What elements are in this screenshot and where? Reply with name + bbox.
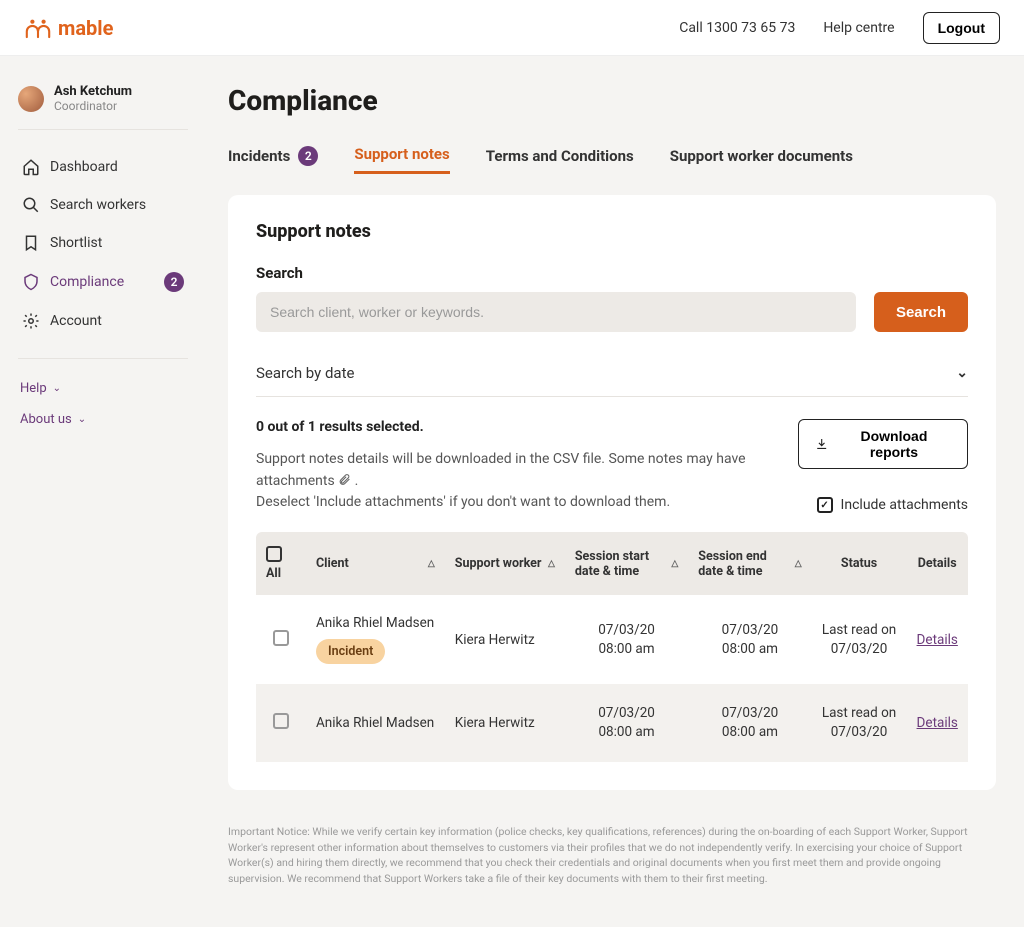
cell-status: Last read on07/03/20: [812, 595, 907, 684]
th-start[interactable]: Session start date & time△: [565, 532, 688, 595]
profile-block[interactable]: Ash Ketchum Coordinator: [18, 80, 188, 130]
details-link[interactable]: Details: [917, 715, 958, 731]
sidebar-item-label: Help: [20, 381, 47, 396]
th-end[interactable]: Session end date & time△: [688, 532, 811, 595]
important-notice: Important Notice: While we verify certai…: [228, 824, 996, 887]
cell-end: 07/03/2008:00 am: [688, 595, 811, 684]
sidebar-item-shortlist[interactable]: Shortlist: [18, 224, 188, 262]
cell-end: 07/03/2008:00 am: [688, 684, 811, 762]
details-link[interactable]: Details: [917, 632, 958, 648]
compliance-badge: 2: [164, 272, 184, 292]
sidebar-link-help[interactable]: Help ⌄: [18, 373, 188, 404]
avatar: [18, 86, 44, 112]
row-checkbox[interactable]: [273, 713, 289, 729]
download-help-text: Support notes details will be downloaded…: [256, 449, 798, 514]
chevron-down-icon: ⌄: [956, 365, 968, 381]
search-by-date-accordion[interactable]: Search by date ⌄: [256, 354, 968, 397]
support-notes-table: All Client△ Support worker△ Session star…: [256, 532, 968, 762]
phone-label[interactable]: Call 1300 73 65 73: [679, 20, 795, 36]
table-row: Anika Rhiel Madsen Kiera Herwitz 07/03/2…: [256, 684, 968, 762]
sidebar-item-label: Account: [50, 313, 102, 329]
th-status: Status: [812, 532, 907, 595]
sort-icon: △: [548, 559, 555, 569]
download-reports-button[interactable]: Download reports: [798, 419, 968, 469]
sidebar-item-label: About us: [20, 412, 72, 427]
cell-worker: Kiera Herwitz: [445, 684, 565, 762]
paperclip-icon: [338, 472, 351, 487]
include-attachments-checkbox[interactable]: ✓: [817, 497, 833, 513]
sidebar-item-label: Dashboard: [50, 159, 118, 175]
tab-label: Terms and Conditions: [486, 147, 634, 165]
bookmark-icon: [22, 234, 40, 252]
chevron-down-icon: ⌄: [53, 383, 61, 394]
logout-button[interactable]: Logout: [923, 12, 1000, 44]
sidebar-item-search-workers[interactable]: Search workers: [18, 186, 188, 224]
shield-icon: [22, 273, 40, 291]
incident-tag: Incident: [316, 639, 385, 664]
cell-client: Anika Rhiel Madsen: [306, 684, 445, 762]
search-label: Search: [256, 264, 968, 282]
sidebar-item-label: Search workers: [50, 197, 146, 213]
tab-label: Incidents: [228, 147, 290, 165]
help-centre-link[interactable]: Help centre: [823, 20, 894, 36]
tab-label: Support worker documents: [670, 147, 853, 165]
support-notes-card: Support notes Search Search Search by da…: [228, 195, 996, 790]
tab-label: Support notes: [354, 145, 449, 163]
select-all-checkbox[interactable]: [266, 546, 282, 562]
sidebar-item-compliance[interactable]: Compliance 2: [18, 262, 188, 302]
sort-icon: △: [671, 559, 678, 569]
tab-documents[interactable]: Support worker documents: [670, 139, 853, 173]
download-icon: [815, 437, 828, 451]
cell-client: Anika Rhiel Madsen: [316, 615, 435, 631]
sidebar: Ash Ketchum Coordinator Dashboard Search…: [0, 56, 200, 927]
page-title: Compliance: [228, 84, 996, 117]
profile-role: Coordinator: [54, 99, 132, 113]
selection-count: 0 out of 1 results selected.: [256, 419, 798, 435]
search-button[interactable]: Search: [874, 292, 968, 332]
row-checkbox[interactable]: [273, 630, 289, 646]
card-title: Support notes: [256, 221, 968, 242]
profile-name: Ash Ketchum: [54, 84, 132, 99]
mable-icon: [24, 17, 52, 39]
sidebar-item-label: Compliance: [50, 274, 124, 290]
sidebar-link-about[interactable]: About us ⌄: [18, 404, 188, 435]
th-worker[interactable]: Support worker△: [445, 532, 565, 595]
th-all: All: [266, 566, 281, 581]
home-icon: [22, 158, 40, 176]
cell-worker: Kiera Herwitz: [445, 595, 565, 684]
chevron-down-icon: ⌄: [78, 414, 86, 425]
include-attachments-label: Include attachments: [841, 497, 968, 513]
th-details: Details: [906, 532, 968, 595]
brand-name: mable: [58, 16, 113, 40]
tabs: Incidents 2 Support notes Terms and Cond…: [228, 137, 996, 175]
tab-incidents[interactable]: Incidents 2: [228, 138, 318, 174]
brand-logo[interactable]: mable: [24, 16, 113, 40]
cell-start: 07/03/2008:00 am: [565, 595, 688, 684]
search-icon: [22, 196, 40, 214]
sort-icon: △: [428, 559, 435, 569]
main-content: Compliance Incidents 2 Support notes Ter…: [200, 56, 1024, 927]
topbar: mable Call 1300 73 65 73 Help centre Log…: [0, 0, 1024, 56]
cell-start: 07/03/2008:00 am: [565, 684, 688, 762]
th-client[interactable]: Client△: [306, 532, 445, 595]
accordion-label: Search by date: [256, 364, 354, 382]
gear-icon: [22, 312, 40, 330]
sidebar-item-label: Shortlist: [50, 235, 102, 251]
table-row: Anika Rhiel Madsen Incident Kiera Herwit…: [256, 595, 968, 684]
search-input[interactable]: [256, 292, 856, 332]
sidebar-item-account[interactable]: Account: [18, 302, 188, 340]
tab-terms[interactable]: Terms and Conditions: [486, 139, 634, 173]
incidents-badge: 2: [298, 146, 318, 166]
sidebar-item-dashboard[interactable]: Dashboard: [18, 148, 188, 186]
tab-support-notes[interactable]: Support notes: [354, 137, 449, 174]
sort-icon: △: [795, 559, 802, 569]
cell-status: Last read on07/03/20: [812, 684, 907, 762]
